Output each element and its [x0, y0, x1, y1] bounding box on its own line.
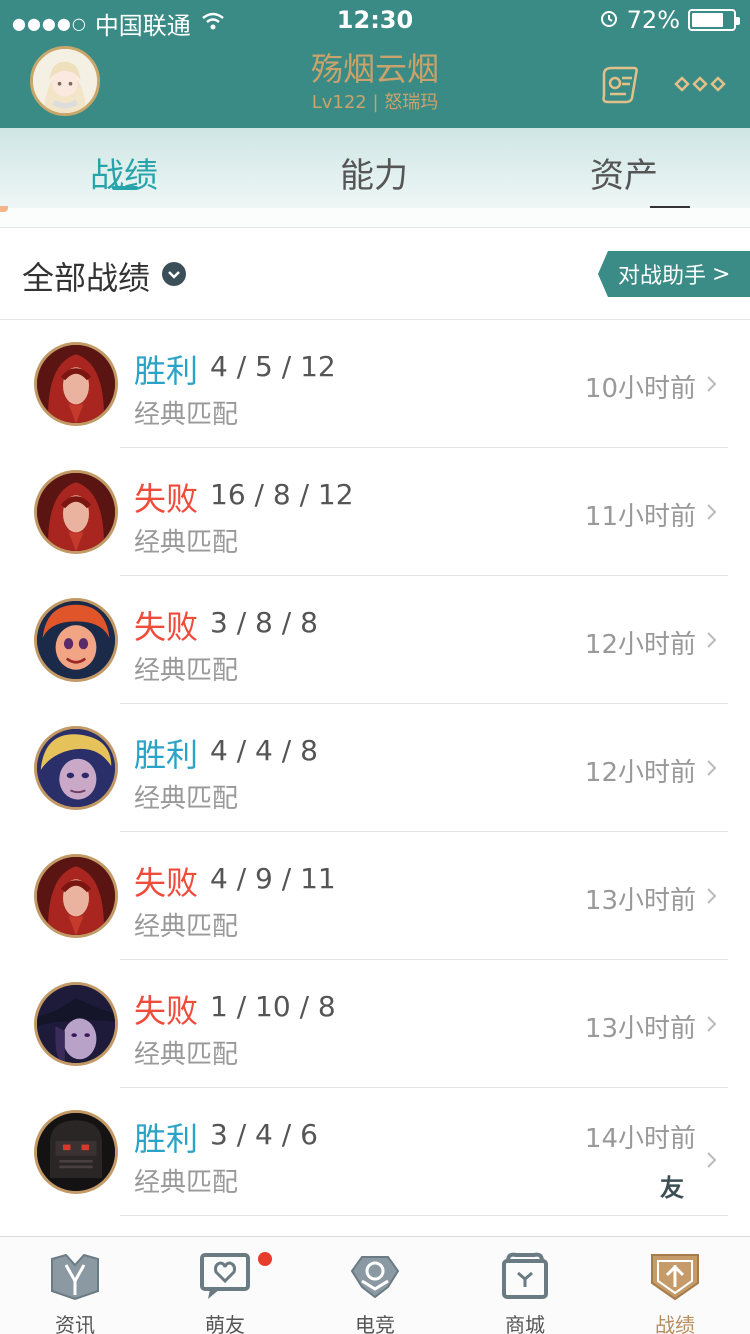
store-icon — [502, 1252, 548, 1299]
match-mode: 经典匹配 — [134, 784, 239, 814]
friends-icon — [200, 1253, 250, 1299]
match-kda: 4 / 5 / 12 — [210, 350, 336, 383]
nav-news[interactable]: 资讯 — [0, 1237, 150, 1334]
match-row[interactable]: 胜利 4 / 4 / 8 经典匹配 12小时前 — [0, 704, 750, 832]
red-hooded-champion-icon — [34, 470, 118, 554]
chevron-right-icon — [707, 376, 717, 392]
match-row[interactable]: 失败 16 / 8 / 12 经典匹配 11小时前 — [0, 448, 750, 576]
match-kda: 3 / 4 / 6 — [210, 1118, 318, 1151]
match-time: 14小时前 — [584, 1124, 696, 1154]
match-time: 13小时前 — [584, 1014, 696, 1044]
chevron-right-icon — [707, 1016, 717, 1032]
match-row[interactable]: 胜利 4 / 5 / 12 经典匹配 10小时前 — [0, 320, 750, 448]
profile-tabs: 战绩 能力 资产 — [0, 128, 750, 208]
match-time: 13小时前 — [584, 886, 696, 916]
match-mode: 经典匹配 — [134, 1168, 239, 1198]
friend-floating-button[interactable]: 友 — [660, 1168, 684, 1203]
match-list: 胜利 4 / 5 / 12 经典匹配 10小时前 失败 16 / 8 / 12 … — [0, 320, 750, 1216]
red-hair-champion-icon — [34, 598, 118, 682]
decorative-line — [650, 206, 690, 208]
hat-champion-icon — [34, 982, 118, 1066]
status-bar: ●●●●○ 中国联通 12:30 72% — [0, 0, 750, 40]
alarm-icon — [599, 8, 619, 33]
match-kda: 1 / 10 / 8 — [210, 990, 336, 1023]
chevron-down-icon[interactable] — [162, 262, 186, 286]
blonde-champion-icon — [34, 726, 118, 810]
record-icon — [651, 1254, 699, 1301]
notification-badge — [258, 1252, 272, 1266]
news-icon — [51, 1253, 99, 1301]
match-filter-bar: 全部战绩 对战助手 > — [0, 229, 750, 320]
match-kda: 16 / 8 / 12 — [210, 478, 354, 511]
match-row[interactable]: 失败 3 / 8 / 8 经典匹配 12小时前 — [0, 576, 750, 704]
nav-store[interactable]: 商城 — [450, 1237, 600, 1334]
match-result: 失败 — [134, 608, 199, 646]
match-result: 胜利 — [134, 736, 199, 774]
chevron-right-icon — [707, 504, 717, 520]
esports-icon — [350, 1256, 400, 1299]
armored-champion-icon — [34, 1110, 118, 1194]
battery-icon — [688, 9, 740, 31]
red-hooded-champion-icon — [34, 342, 118, 426]
match-row[interactable]: 失败 4 / 9 / 11 经典匹配 13小时前 — [0, 832, 750, 960]
chevron-right-icon — [707, 1152, 717, 1168]
match-row[interactable]: 胜利 3 / 4 / 6 经典匹配 14小时前 — [0, 1088, 750, 1216]
chevron-right-icon — [707, 632, 717, 648]
match-filter-dropdown[interactable]: 全部战绩 — [22, 253, 150, 299]
profile-header: ●●●●○ 中国联通 12:30 72% 殇烟云烟 Lv122 | 怒瑞玛 — [0, 0, 750, 128]
match-mode: 经典匹配 — [134, 400, 239, 430]
match-mode: 经典匹配 — [134, 912, 239, 942]
match-time: 10小时前 — [584, 374, 696, 404]
battery-percent: 72% — [626, 6, 680, 34]
match-mode: 经典匹配 — [134, 656, 239, 686]
match-result: 胜利 — [134, 1120, 199, 1158]
nav-record[interactable]: 战绩 — [600, 1237, 750, 1334]
match-result: 失败 — [134, 992, 199, 1030]
active-tab-indicator — [112, 186, 138, 190]
match-mode: 经典匹配 — [134, 528, 239, 558]
nav-friends[interactable]: 萌友 — [150, 1237, 300, 1334]
player-level: Lv122 — [311, 92, 367, 113]
chevron-right-icon — [707, 760, 717, 776]
match-result: 失败 — [134, 864, 199, 902]
tab-assets[interactable]: 资产 — [590, 148, 658, 197]
match-row[interactable]: 失败 1 / 10 / 8 经典匹配 13小时前 — [0, 960, 750, 1088]
red-hooded-champion-icon — [34, 854, 118, 938]
player-server: 怒瑞玛 — [384, 92, 439, 113]
bottom-navigation: 资讯 萌友 电竞 商城 战绩 — [0, 1236, 750, 1334]
tab-ability[interactable]: 能力 — [340, 148, 408, 197]
match-time: 12小时前 — [584, 630, 696, 660]
match-kda: 3 / 8 / 8 — [210, 606, 318, 639]
battle-assistant-button[interactable]: 对战助手 > — [598, 251, 750, 297]
section-spacer — [0, 208, 750, 228]
match-result: 胜利 — [134, 352, 199, 390]
match-mode: 经典匹配 — [134, 1040, 239, 1070]
chevron-right-icon — [707, 888, 717, 904]
nav-esports[interactable]: 电竞 — [300, 1237, 450, 1334]
match-time: 11小时前 — [584, 502, 696, 532]
match-kda: 4 / 9 / 11 — [210, 862, 336, 895]
match-time: 12小时前 — [584, 758, 696, 788]
more-options-icon[interactable] — [674, 64, 726, 104]
match-kda: 4 / 4 / 8 — [210, 734, 318, 767]
match-result: 失败 — [134, 480, 199, 518]
message-icon[interactable] — [598, 64, 642, 104]
